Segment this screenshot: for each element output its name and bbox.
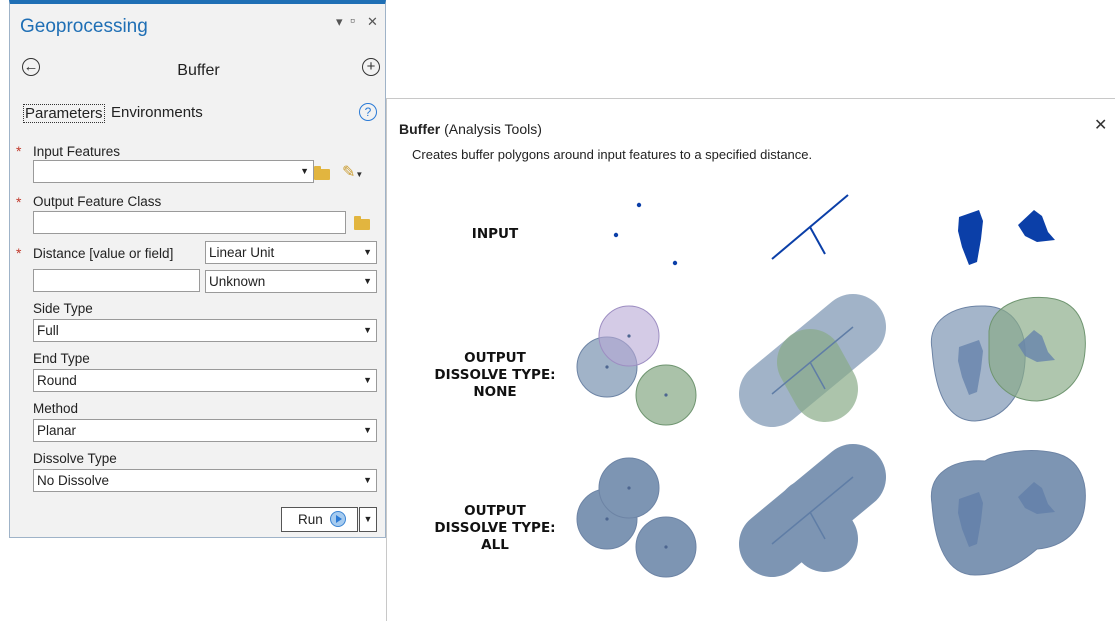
tab-parameters[interactable]: Parameters bbox=[23, 104, 105, 123]
side-type-label: Side Type bbox=[33, 301, 93, 316]
end-type-dropdown[interactable]: Round ▼ bbox=[33, 369, 377, 392]
input-lines bbox=[771, 194, 849, 260]
chevron-down-icon: ▼ bbox=[363, 375, 372, 385]
distance-label: Distance [value or field] bbox=[33, 246, 174, 261]
tool-name: Buffer bbox=[177, 62, 220, 79]
buffer-polygons-none bbox=[930, 296, 1086, 422]
buffer-lines-none bbox=[739, 294, 886, 427]
buffer-lines-all bbox=[739, 444, 886, 577]
dissolve-type-value: No Dissolve bbox=[37, 473, 110, 488]
chevron-down-icon: ▼ bbox=[363, 475, 372, 485]
edit-pencil-icon[interactable]: ✎▼ bbox=[342, 162, 363, 182]
input-point bbox=[613, 232, 619, 238]
input-point bbox=[636, 202, 642, 208]
geoprocessing-pane: Geoprocessing ▾ ▫ ✕ ← Buffer + Parameter… bbox=[9, 0, 386, 538]
buffer-diagram bbox=[576, 194, 1086, 578]
maximize-icon[interactable]: ▫ bbox=[350, 12, 355, 28]
tab-environments[interactable]: Environments bbox=[111, 104, 203, 121]
chevron-down-icon: ▼ bbox=[300, 166, 309, 176]
method-label: Method bbox=[33, 401, 79, 416]
browse-folder-icon[interactable] bbox=[354, 216, 370, 230]
play-icon bbox=[330, 511, 346, 527]
tool-help-popup: Buffer (Analysis Tools) ✕ Creates buffer… bbox=[386, 98, 1115, 621]
distance-unit-dropdown[interactable]: Unknown ▼ bbox=[205, 270, 377, 293]
input-points bbox=[613, 202, 678, 266]
distance-type-dropdown[interactable]: Linear Unit ▼ bbox=[205, 241, 377, 264]
input-features-label: Input Features bbox=[33, 144, 121, 159]
close-icon[interactable]: ✕ bbox=[367, 14, 378, 30]
distance-value-input[interactable] bbox=[33, 269, 200, 292]
input-features-dropdown[interactable]: ▼ bbox=[33, 160, 314, 183]
buffer-polygons-all bbox=[930, 450, 1086, 576]
side-type-dropdown[interactable]: Full ▼ bbox=[33, 319, 377, 342]
distance-unit-value: Unknown bbox=[209, 274, 266, 289]
output-feature-class-input[interactable] bbox=[33, 211, 346, 234]
chevron-down-icon: ▼ bbox=[363, 425, 372, 435]
browse-folder-icon[interactable] bbox=[314, 166, 330, 180]
chevron-down-icon: ▼ bbox=[363, 325, 372, 335]
input-polygon bbox=[1018, 210, 1055, 242]
run-button[interactable]: Run bbox=[281, 507, 358, 532]
chevron-down-icon: ▼ bbox=[363, 276, 372, 286]
pane-title: Geoprocessing bbox=[20, 16, 148, 37]
input-polygon bbox=[958, 210, 983, 265]
distance-type-value: Linear Unit bbox=[209, 245, 275, 260]
input-polygons bbox=[958, 210, 1055, 265]
buffer-points-all bbox=[576, 457, 697, 578]
help-icon[interactable]: ? bbox=[359, 103, 377, 121]
required-marker: * bbox=[16, 245, 22, 261]
input-point bbox=[672, 260, 678, 266]
chevron-down-icon: ▼ bbox=[363, 247, 372, 257]
dissolve-type-label: Dissolve Type bbox=[33, 451, 117, 466]
dissolve-type-dropdown[interactable]: No Dissolve ▼ bbox=[33, 469, 377, 492]
end-type-label: End Type bbox=[33, 351, 90, 366]
run-button-label: Run bbox=[298, 512, 323, 527]
required-marker: * bbox=[16, 143, 22, 159]
pin-dropdown-icon[interactable]: ▾ bbox=[336, 14, 343, 30]
method-value: Planar bbox=[37, 423, 77, 438]
method-dropdown[interactable]: Planar ▼ bbox=[33, 419, 377, 442]
add-icon[interactable]: + bbox=[362, 58, 380, 76]
polygon-buffer bbox=[930, 450, 1086, 576]
run-options-dropdown[interactable]: ▼ bbox=[359, 507, 377, 532]
output-feature-class-label: Output Feature Class bbox=[33, 194, 162, 209]
buffer-points-none bbox=[576, 305, 697, 426]
required-marker: * bbox=[16, 194, 22, 210]
input-line bbox=[809, 226, 826, 255]
side-type-value: Full bbox=[37, 323, 59, 338]
end-type-value: Round bbox=[37, 373, 77, 388]
